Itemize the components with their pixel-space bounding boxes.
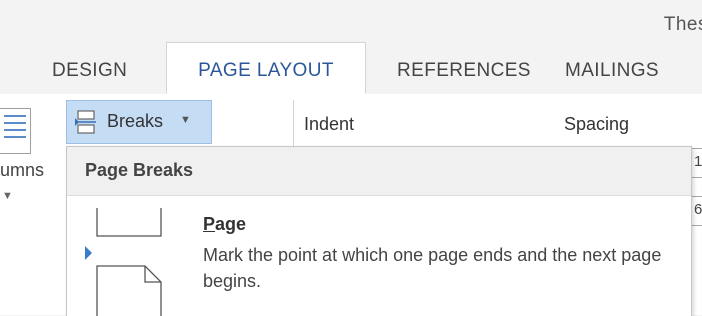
tab-page-layout[interactable]: PAGE LAYOUT (166, 42, 366, 94)
group-divider (293, 100, 294, 152)
menu-item-title: Page (203, 214, 246, 235)
tab-mailings[interactable]: MAILINGS (565, 42, 659, 94)
page-break-icon (85, 208, 162, 316)
spacing-before-value: 1 (694, 153, 702, 170)
breaks-icon (75, 110, 96, 134)
menu-section-header: Page Breaks (67, 147, 691, 196)
columns-icon[interactable] (0, 108, 31, 154)
tab-design[interactable]: DESIGN (52, 42, 127, 94)
columns-dropdown-arrow-icon[interactable]: ▼ (2, 190, 13, 202)
breaks-dropdown-menu: Page Breaks Page Mark the point at which… (66, 146, 692, 316)
tab-references[interactable]: REFERENCES (397, 42, 531, 94)
breaks-label: Breaks (107, 111, 164, 131)
window-title: Thes (663, 14, 702, 35)
spacing-after-value: 6 (694, 201, 702, 218)
menu-section-title: Page Breaks (85, 160, 194, 180)
chevron-down-icon: ▼ (180, 114, 191, 126)
indent-label: Indent (304, 114, 355, 134)
title-bar: Thes (0, 0, 702, 42)
menu-item-description: Mark the point at which one page ends an… (203, 245, 662, 291)
menu-item-accelerator: P (203, 214, 216, 234)
ribbon-tabs: DESIGN PAGE LAYOUT REFERENCES MAILINGS (0, 42, 702, 95)
breaks-button[interactable]: Breaks ▼ (66, 100, 212, 144)
spacing-label: Spacing (564, 114, 630, 134)
menu-item-page-break[interactable]: Page Mark the point at which one page en… (67, 196, 691, 316)
columns-label[interactable]: umns (0, 160, 44, 181)
menu-item-title-rest: age (215, 214, 247, 234)
